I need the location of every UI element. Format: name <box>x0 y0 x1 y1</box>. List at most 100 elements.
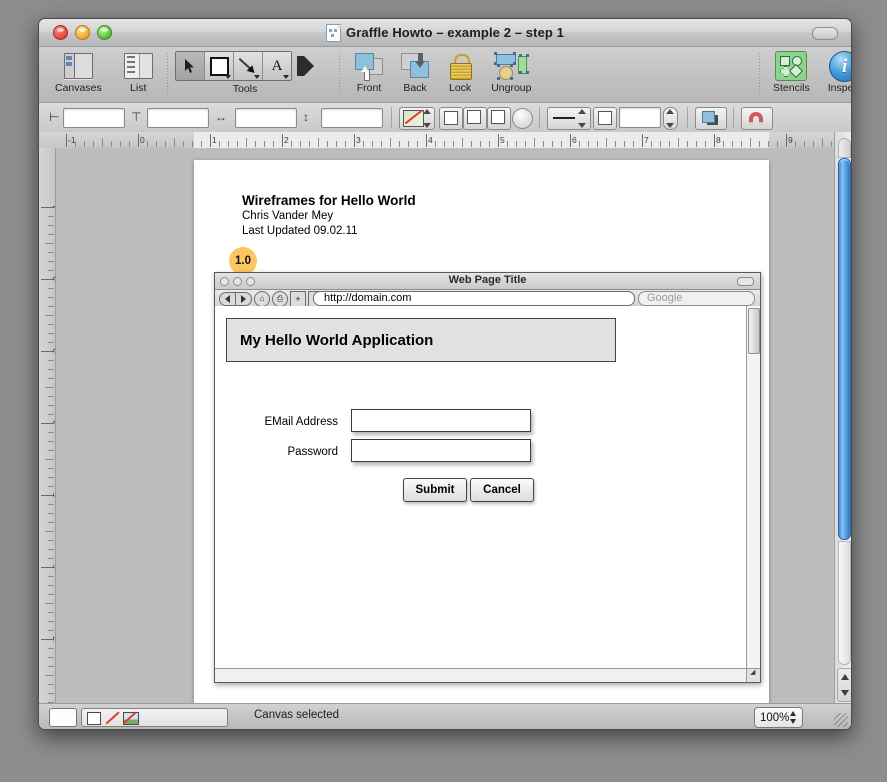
style-well[interactable] <box>81 708 228 727</box>
magnets-button[interactable] <box>741 107 773 130</box>
horizontal-ruler[interactable]: -1 0 1 2 3 4 5 6 7 8 9 <box>39 132 851 149</box>
zoom-stepper[interactable] <box>790 711 798 724</box>
vertical-ruler[interactable]: 1234567 <box>39 148 56 704</box>
ruler-minor-tick <box>273 141 274 147</box>
zoom-control[interactable]: 100% <box>754 707 803 728</box>
canvas-page[interactable]: Wireframes for Hello World Chris Vander … <box>194 160 769 704</box>
shadow-none-button[interactable] <box>439 107 463 130</box>
line-tool[interactable] <box>234 52 263 80</box>
ruler-page-extent <box>194 132 769 148</box>
ruler-minor-tick <box>48 468 54 469</box>
ruler-label: 3 <box>356 135 361 145</box>
front-button[interactable]: Front <box>349 51 389 94</box>
ruler-minor-tick <box>48 441 54 442</box>
browser-search-field[interactable]: Google <box>638 291 755 306</box>
tools-palette[interactable]: A <box>175 51 292 81</box>
password-field[interactable] <box>351 439 531 462</box>
browser-vertical-scrollbar[interactable] <box>746 306 760 669</box>
back-arrow-icon[interactable] <box>220 293 236 305</box>
stroke-value-stepper[interactable] <box>663 107 678 130</box>
scroll-track-bottom[interactable] <box>838 541 851 665</box>
left-align-icon: ⊢ <box>49 110 60 124</box>
ruler-minor-tick <box>48 216 54 217</box>
list-button[interactable]: List <box>118 51 159 94</box>
ruler-minor-tick <box>336 141 337 147</box>
height-field[interactable] <box>321 108 383 128</box>
ruler-minor-tick <box>696 141 697 147</box>
shadow-offset-button[interactable] <box>463 107 487 130</box>
shade-flip-icon[interactable] <box>297 55 315 77</box>
browser-search-placeholder: Google <box>647 292 683 304</box>
status-bar: Canvas selected 100% <box>39 703 851 729</box>
version-badge[interactable]: 1.0 <box>229 247 257 275</box>
ruler-minor-tick <box>543 141 544 147</box>
x-position-field[interactable] <box>63 108 125 128</box>
ruler-minor-tick <box>750 138 751 147</box>
forward-arrow-icon[interactable] <box>236 293 251 305</box>
toolbar-group-views: Canvases List <box>49 51 159 94</box>
back-forward-group[interactable] <box>219 292 252 306</box>
stencils-button[interactable]: Stencils <box>767 51 816 94</box>
width-field[interactable] <box>235 108 297 128</box>
scroll-track-top[interactable] <box>838 138 851 158</box>
scroll-thumb[interactable] <box>838 158 851 540</box>
print-icon[interactable]: ⎙ <box>272 291 288 307</box>
cancel-button[interactable]: Cancel <box>470 478 534 502</box>
ungroup-button[interactable]: Ungroup <box>485 51 537 94</box>
toolbar-toggle-button[interactable] <box>812 27 838 40</box>
browser-toolbar-toggle[interactable] <box>737 277 754 286</box>
inspect-button[interactable]: i Inspect <box>822 50 851 94</box>
width-arrows-icon: ↔ <box>215 110 227 124</box>
ruler-minor-tick <box>588 141 589 147</box>
ruler-label: 5 <box>500 135 505 145</box>
stroke-width-button[interactable] <box>547 107 591 130</box>
ruler-minor-tick <box>606 138 607 147</box>
address-bar[interactable]: http://domain.com <box>313 291 635 306</box>
back-button[interactable]: Back <box>395 51 435 94</box>
text-tool[interactable]: A <box>263 52 291 80</box>
height-arrows-icon: ↕ <box>303 110 309 124</box>
toolbar-group-panels: Stencils i Inspect <box>767 50 851 94</box>
browser-horizontal-scrollbar[interactable] <box>215 668 760 682</box>
stroke-value-field[interactable] <box>619 107 661 128</box>
email-field[interactable] <box>351 409 531 432</box>
ruler-minor-tick <box>453 141 454 147</box>
add-bookmark-icon[interactable]: + <box>290 291 306 307</box>
zoom-value: 100% <box>760 711 790 724</box>
browser-mockup[interactable]: Web Page Title ⌂ ⎙ + ✦ <box>214 272 761 683</box>
browser-resize-corner[interactable]: ◢ <box>746 669 760 682</box>
group-button[interactable] <box>695 107 727 130</box>
corner-radius-button[interactable] <box>593 107 617 130</box>
fill-color-swatch[interactable] <box>49 708 77 727</box>
canvas-area[interactable]: Wireframes for Hello World Chris Vander … <box>56 148 835 704</box>
status-message: Canvas selected <box>254 709 340 721</box>
ruler-minor-tick <box>48 405 54 406</box>
window-resize-grip[interactable] <box>834 713 848 727</box>
ruler-minor-tick <box>48 324 54 325</box>
fill-style-button[interactable] <box>399 107 435 130</box>
canvases-button[interactable]: Canvases <box>49 51 108 94</box>
shadow-soft-button[interactable] <box>487 107 511 130</box>
ruler-minor-tick <box>147 141 148 147</box>
shape-tool[interactable] <box>205 52 234 80</box>
ruler-minor-tick <box>48 378 54 379</box>
ruler-tick <box>282 134 283 147</box>
toolbar-separator <box>167 53 168 95</box>
list-icon <box>123 51 153 81</box>
selection-tool[interactable] <box>176 52 205 80</box>
canvas-vertical-scrollbar[interactable] <box>834 132 851 704</box>
ruler-minor-tick <box>48 513 54 514</box>
home-icon[interactable]: ⌂ <box>254 291 270 307</box>
title-bar: Graffle Howto – example 2 – step 1 <box>39 19 851 47</box>
y-position-field[interactable] <box>147 108 209 128</box>
ruler-minor-tick <box>219 141 220 147</box>
scroll-arrows[interactable] <box>837 668 851 702</box>
ruler-minor-tick <box>48 252 54 253</box>
ruler-minor-tick <box>327 141 328 147</box>
lock-button[interactable]: Lock <box>443 51 477 94</box>
browser-scroll-thumb[interactable] <box>748 308 760 354</box>
submit-button[interactable]: Submit <box>403 478 467 502</box>
ruler-label: 8 <box>716 135 721 145</box>
shadow-angle-icon[interactable] <box>512 108 533 129</box>
ruler-minor-tick <box>48 333 54 334</box>
